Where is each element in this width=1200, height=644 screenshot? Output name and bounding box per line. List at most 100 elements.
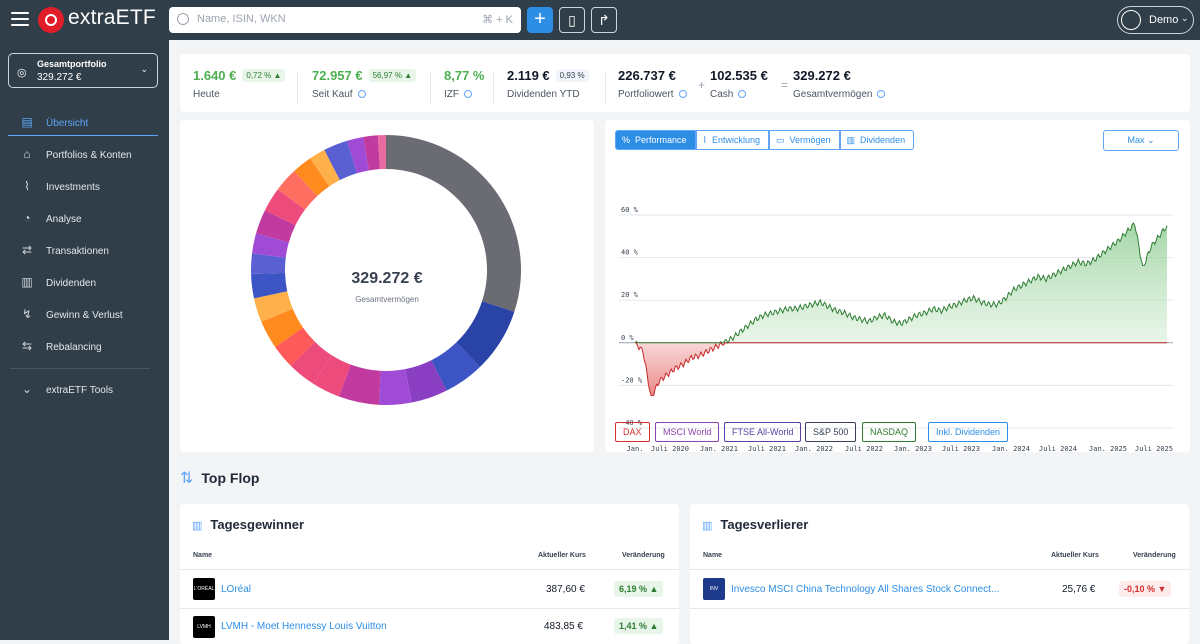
share-button[interactable]: ↱ bbox=[591, 7, 617, 33]
data-point[interactable] bbox=[876, 316, 878, 318]
data-point[interactable] bbox=[674, 367, 676, 369]
menu-icon[interactable] bbox=[11, 12, 29, 26]
data-point[interactable] bbox=[827, 305, 829, 307]
benchmark-dividends-toggle[interactable]: Inkl. Dividenden bbox=[928, 422, 1009, 442]
benchmark-msci-world[interactable]: MSCI World bbox=[655, 422, 720, 442]
data-point[interactable] bbox=[1158, 235, 1160, 237]
data-point[interactable] bbox=[908, 318, 910, 320]
benchmark-sp500[interactable]: S&P 500 bbox=[805, 422, 857, 442]
benchmark-nasdaq[interactable]: NASDAQ bbox=[862, 422, 917, 442]
data-point[interactable] bbox=[787, 308, 789, 310]
data-point[interactable] bbox=[795, 308, 797, 310]
data-point[interactable] bbox=[666, 374, 668, 376]
data-point[interactable] bbox=[739, 331, 741, 333]
brand-name[interactable]: extraETF bbox=[68, 6, 156, 30]
data-point[interactable] bbox=[803, 305, 805, 307]
data-point[interactable] bbox=[980, 301, 982, 303]
sidebar-item-portfolios[interactable]: ⌂ Portfolios & Konten bbox=[8, 142, 158, 168]
data-point[interactable] bbox=[956, 303, 958, 305]
stock-name-link[interactable]: LVMH - Moet Hennessy Louis Vuitton bbox=[221, 621, 387, 632]
data-point[interactable] bbox=[1037, 276, 1039, 278]
data-point[interactable] bbox=[690, 357, 692, 359]
data-point[interactable] bbox=[747, 325, 749, 327]
data-point[interactable] bbox=[1085, 263, 1087, 265]
data-point[interactable] bbox=[1101, 252, 1103, 254]
data-point[interactable] bbox=[1093, 259, 1095, 261]
column-header-name[interactable]: Name bbox=[703, 552, 722, 559]
data-point[interactable] bbox=[1045, 278, 1047, 280]
sidebar-item-uebersicht[interactable]: ▤ Übersicht bbox=[8, 110, 158, 136]
info-icon[interactable] bbox=[464, 90, 472, 98]
data-point[interactable] bbox=[755, 318, 757, 320]
data-point[interactable] bbox=[1069, 265, 1071, 267]
data-point[interactable] bbox=[658, 380, 660, 382]
user-menu[interactable]: Demo ⌄ bbox=[1117, 6, 1194, 34]
data-point[interactable] bbox=[924, 312, 926, 314]
data-point[interactable] bbox=[940, 310, 942, 312]
data-point[interactable] bbox=[1053, 273, 1055, 275]
data-point[interactable] bbox=[642, 350, 644, 352]
data-point[interactable] bbox=[1142, 267, 1144, 269]
data-point[interactable] bbox=[650, 397, 652, 399]
portfolio-selector[interactable]: ◎ Gesamtportfolio 329.272 € ⌄ bbox=[8, 53, 158, 88]
data-point[interactable] bbox=[964, 299, 966, 301]
data-point[interactable] bbox=[698, 354, 700, 356]
data-point[interactable] bbox=[1013, 288, 1015, 290]
data-point[interactable] bbox=[771, 312, 773, 314]
data-point[interactable] bbox=[1029, 280, 1031, 282]
search-box[interactable]: Name, ISIN, WKN ⌘ + K bbox=[169, 7, 521, 33]
data-point[interactable] bbox=[1005, 297, 1007, 299]
data-point[interactable] bbox=[1117, 239, 1119, 241]
sidebar-item-investments[interactable]: ⌇ Investments bbox=[8, 174, 158, 200]
data-point[interactable] bbox=[988, 303, 990, 305]
data-point[interactable] bbox=[972, 297, 974, 299]
benchmark-ftse-all-world[interactable]: FTSE All-World bbox=[724, 422, 802, 442]
data-point[interactable] bbox=[835, 310, 837, 312]
column-header-price[interactable]: Aktueller Kurs bbox=[1051, 552, 1099, 559]
data-point[interactable] bbox=[1109, 246, 1111, 248]
info-icon[interactable] bbox=[738, 90, 747, 98]
import-button[interactable]: ▯ bbox=[559, 7, 585, 33]
data-point[interactable] bbox=[714, 346, 716, 348]
stock-name-link[interactable]: LOréal bbox=[221, 584, 251, 595]
data-point[interactable] bbox=[932, 308, 934, 310]
data-point[interactable] bbox=[851, 316, 853, 318]
column-header-change[interactable]: Veränderung bbox=[1133, 552, 1176, 559]
data-point[interactable] bbox=[706, 350, 708, 352]
data-point[interactable] bbox=[868, 320, 870, 322]
column-header-name[interactable]: Name bbox=[193, 552, 212, 559]
data-point[interactable] bbox=[1077, 261, 1079, 263]
sidebar-item-analyse[interactable]: ◔ Analyse bbox=[8, 206, 158, 232]
data-point[interactable] bbox=[1134, 222, 1136, 224]
data-point[interactable] bbox=[1021, 284, 1023, 286]
data-point[interactable] bbox=[884, 314, 886, 316]
data-point[interactable] bbox=[916, 314, 918, 316]
add-button[interactable]: + bbox=[527, 7, 553, 33]
logo-icon[interactable] bbox=[38, 7, 64, 33]
data-point[interactable] bbox=[892, 320, 894, 322]
benchmark-dax[interactable]: DAX bbox=[615, 422, 650, 442]
data-point[interactable] bbox=[779, 310, 781, 312]
info-icon[interactable] bbox=[877, 90, 886, 98]
sidebar-item-tools[interactable]: ⌄ extraETF Tools bbox=[8, 377, 158, 403]
data-point[interactable] bbox=[811, 303, 813, 305]
data-point[interactable] bbox=[763, 314, 765, 316]
data-point[interactable] bbox=[731, 337, 733, 339]
data-point[interactable] bbox=[1166, 224, 1168, 226]
info-icon[interactable] bbox=[357, 90, 366, 98]
data-point[interactable] bbox=[997, 303, 999, 305]
data-point[interactable] bbox=[722, 342, 724, 344]
data-point[interactable] bbox=[900, 322, 902, 324]
column-header-price[interactable]: Aktueller Kurs bbox=[538, 552, 586, 559]
sidebar-item-dividenden[interactable]: ▥ Dividenden bbox=[8, 270, 158, 296]
sidebar-item-gewinn-verlust[interactable]: ↯ Gewinn & Verlust bbox=[8, 302, 158, 328]
data-point[interactable] bbox=[948, 305, 950, 307]
sidebar-item-transaktionen[interactable]: ⇄ Transaktionen bbox=[8, 238, 158, 264]
data-point[interactable] bbox=[1061, 269, 1063, 271]
sidebar-item-rebalancing[interactable]: ⇆ Rebalancing bbox=[8, 334, 158, 360]
data-point[interactable] bbox=[859, 318, 861, 320]
data-point[interactable] bbox=[634, 342, 636, 344]
data-point[interactable] bbox=[682, 363, 684, 365]
stock-name-link[interactable]: Invesco MSCI China Technology All Shares… bbox=[731, 584, 999, 595]
data-point[interactable] bbox=[843, 312, 845, 314]
